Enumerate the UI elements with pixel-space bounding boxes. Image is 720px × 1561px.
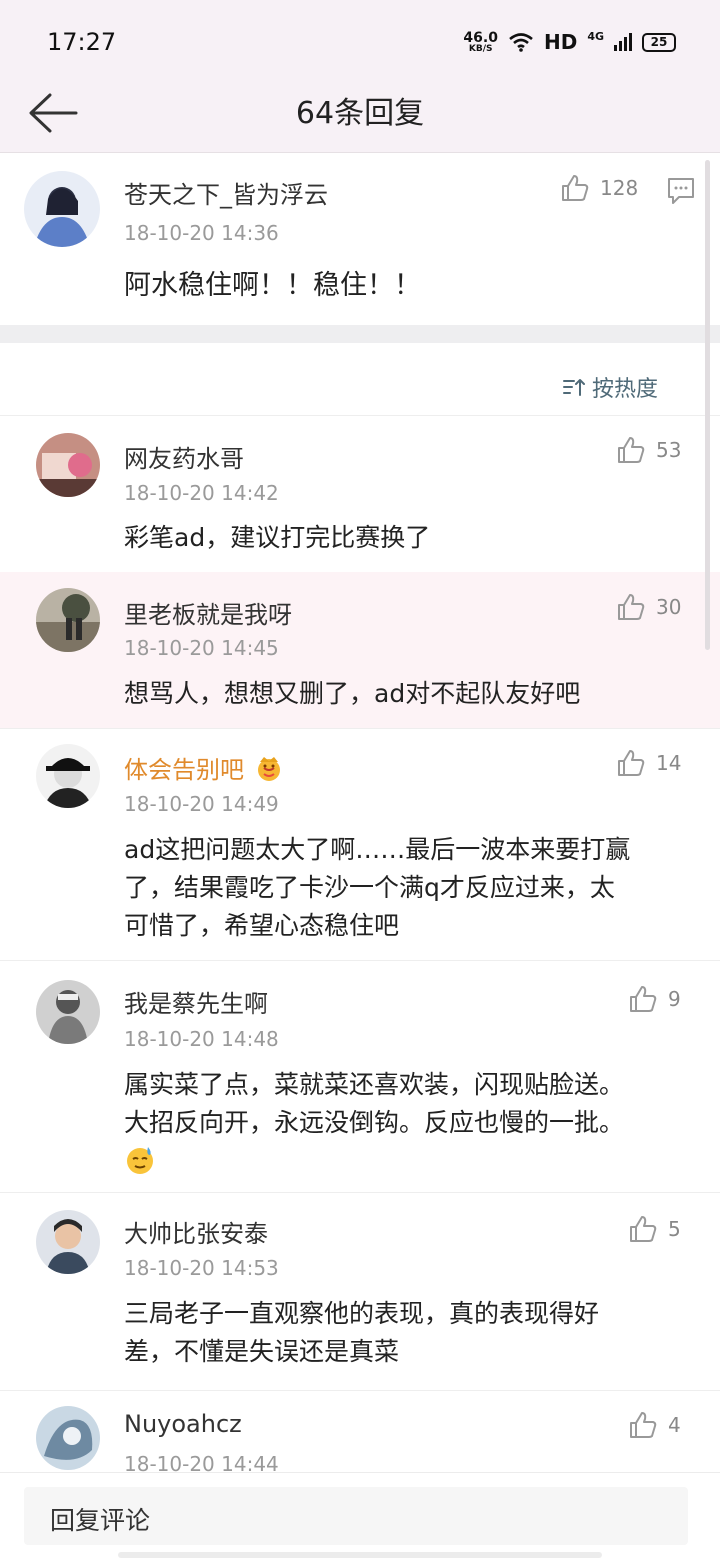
- avatar[interactable]: [36, 1210, 100, 1274]
- avatar[interactable]: [36, 1406, 100, 1470]
- main-comment-date: 18-10-20 14:36: [124, 221, 279, 245]
- reply-date: 18-10-20 14:44: [124, 1452, 279, 1472]
- like-count: 30: [656, 595, 682, 619]
- like-count: 4: [668, 1413, 681, 1437]
- reply-text: 彩笔ad，建议打完比赛换了: [124, 523, 431, 552]
- reply-user-name: 体会告别吧: [124, 756, 244, 784]
- like-button[interactable]: 128: [560, 173, 638, 203]
- like-button[interactable]: 5: [628, 1214, 681, 1244]
- battery-icon: 25: [642, 32, 676, 52]
- avatar[interactable]: [24, 171, 100, 247]
- avatar[interactable]: [36, 433, 100, 497]
- reply-text: 三局老子一直观察他的表现，真的表现得好 差，不懂是失误还是真菜: [124, 1299, 600, 1366]
- avatar[interactable]: [36, 980, 100, 1044]
- status-bar: 17:27 46.0 KB/S HD 4G 25: [0, 0, 720, 86]
- avatar[interactable]: [36, 744, 100, 808]
- thumbs-up-icon: [630, 1216, 657, 1242]
- thumbs-up-icon: [618, 437, 645, 463]
- list-item: Nuyoahcz 18-10-20 14:44 4: [0, 1390, 720, 1472]
- main-comment-user[interactable]: 苍天之下_皆为浮云: [124, 175, 328, 210]
- sweat-emoji-icon: [127, 1147, 153, 1174]
- list-item: 网友药水哥 18-10-20 14:42 53 彩笔ad，建议打完比赛换了: [0, 415, 720, 573]
- main-comment-text: 阿水稳住啊！！稳住！！: [124, 270, 421, 301]
- page-title: 64条回复: [295, 96, 425, 131]
- reply-date: 18-10-20 14:45: [124, 636, 279, 660]
- main-comment: 苍天之下_皆为浮云 18-10-20 14:36 128 阿水稳住啊！！稳住！！: [0, 153, 720, 325]
- scrollbar[interactable]: [705, 160, 710, 650]
- reply-text: 想骂人，想想又删了，ad对不起队友好吧: [124, 679, 581, 708]
- vip-crown-icon: [258, 756, 280, 781]
- reply-date: 18-10-20 14:48: [124, 1027, 279, 1051]
- page-header: 64条回复: [0, 86, 720, 153]
- home-indicator: [118, 1552, 602, 1558]
- like-count: 14: [656, 751, 682, 775]
- wifi-icon: [509, 33, 533, 52]
- like-count: 53: [656, 438, 682, 462]
- status-icons: 46.0 KB/S HD 4G 25: [463, 30, 676, 54]
- like-count: 5: [668, 1217, 681, 1241]
- like-count: 128: [600, 176, 639, 200]
- sort-label: 按热度: [591, 377, 658, 402]
- list-item: 里老板就是我呀 18-10-20 14:45 30 想骂人，想想又删了，ad对不…: [0, 572, 720, 729]
- sort-bar: 按热度: [0, 343, 720, 416]
- like-button[interactable]: 4: [628, 1410, 681, 1440]
- signal-icon: [614, 33, 632, 51]
- list-item: 体会告别吧 18-10-20 14:49 14 ad这把问题太大了啊……最后一波…: [0, 728, 720, 961]
- reply-user[interactable]: 体会告别吧: [124, 750, 284, 785]
- reply-user[interactable]: 里老板就是我呀: [124, 595, 292, 630]
- reply-input[interactable]: 回复评论: [24, 1487, 688, 1545]
- reply-user[interactable]: 我是蔡先生啊: [124, 984, 268, 1019]
- thumbs-up-icon: [618, 594, 645, 620]
- reply-user[interactable]: Nuyoahcz: [124, 1410, 242, 1438]
- network-type: 4G: [587, 29, 604, 43]
- avatar[interactable]: [36, 588, 100, 652]
- reply-user[interactable]: 大帅比张安泰: [124, 1214, 268, 1249]
- list-item: 大帅比张安泰 18-10-20 14:53 5 三局老子一直观察他的表现，真的表…: [0, 1192, 720, 1391]
- reply-date: 18-10-20 14:53: [124, 1256, 279, 1280]
- reply-date: 18-10-20 14:49: [124, 792, 279, 816]
- reply-bar: 回复评论: [0, 1472, 720, 1561]
- net-speed: 46.0 KB/S: [463, 29, 498, 54]
- reply-input-placeholder: 回复评论: [50, 1506, 151, 1535]
- like-button[interactable]: 14: [616, 748, 681, 778]
- reply-user[interactable]: 网友药水哥: [124, 439, 244, 474]
- reply-text: 属实菜了点，菜就菜还喜欢装，闪现贴脸送。 大招反向开，永远没倒钩。反应也慢的一批…: [124, 1066, 624, 1187]
- thumbs-up-icon: [630, 986, 657, 1012]
- reply-date: 18-10-20 14:42: [124, 481, 279, 505]
- hd-indicator: HD: [543, 30, 578, 54]
- like-button[interactable]: 30: [616, 592, 681, 622]
- thumbs-up-icon: [630, 1412, 657, 1438]
- reply-comment-icon[interactable]: [667, 177, 695, 205]
- reply-text: ad这把问题太大了啊……最后一波本来要打赢 了，结果霞吃了卡沙一个满q才反应过来…: [124, 835, 631, 940]
- sort-button[interactable]: 按热度: [562, 371, 658, 403]
- list-item: 我是蔡先生啊 18-10-20 14:48 9 属实菜了点，菜就菜还喜欢装，闪现…: [0, 960, 720, 1193]
- status-time: 17:27: [47, 28, 117, 56]
- thumbs-up-icon: [618, 750, 645, 776]
- like-button[interactable]: 53: [616, 435, 681, 465]
- thumbs-up-icon: [562, 175, 589, 201]
- section-divider: [0, 325, 720, 343]
- like-button[interactable]: 9: [628, 984, 681, 1014]
- like-count: 9: [668, 987, 681, 1011]
- sort-icon: [562, 379, 585, 396]
